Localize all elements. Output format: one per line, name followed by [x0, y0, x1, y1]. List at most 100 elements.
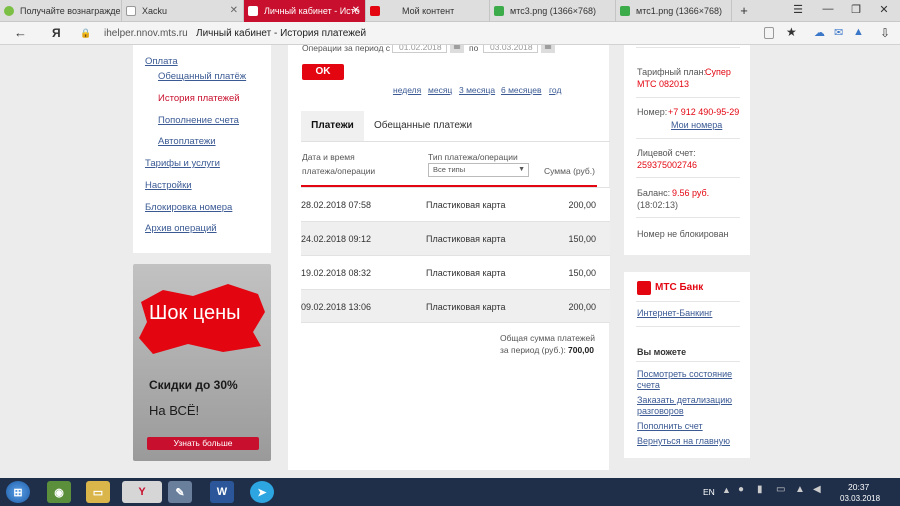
order-details-link-2[interactable]: разговоров	[637, 406, 684, 416]
yandex-icon[interactable]: Я	[52, 26, 61, 40]
image-icon	[620, 6, 630, 16]
menu-item-payment-history[interactable]: История платежей	[158, 93, 240, 104]
calendar-icon[interactable]: ▦	[450, 45, 464, 53]
volume-icon[interactable]: ◀	[813, 484, 821, 495]
divider	[636, 217, 740, 218]
menu-item-payment[interactable]: Оплата	[145, 56, 178, 67]
can-label: Вы можете	[637, 347, 687, 357]
total-value: 700,00	[568, 345, 594, 355]
browser-tab-xacku[interactable]: Xacku ✕	[122, 0, 244, 22]
tariff-value-1: Супер	[705, 67, 731, 77]
ok-button[interactable]: OK	[302, 64, 344, 80]
table-row: 28.02.2018 07:58 Пластиковая карта 200,0…	[301, 187, 610, 221]
tab-payments[interactable]: Платежи	[301, 111, 364, 141]
date-from-field[interactable]: 01.02.2018	[392, 45, 447, 53]
promo-banner[interactable]: Шок цены Скидки до 30% На ВСЁ! Узнать бо…	[133, 264, 271, 461]
row-date: 28.02.2018 07:58	[301, 200, 372, 210]
promo-discount: Скидки до 30%	[149, 378, 238, 392]
period-week-link[interactable]: неделя	[393, 85, 421, 95]
browser-tab-rewards[interactable]: Получайте вознагражде	[0, 0, 122, 22]
maximize-icon[interactable]: ❐	[846, 3, 866, 16]
page-content: Оплата Обещанный платёж История платежей…	[0, 45, 900, 478]
chevron-down-icon: ▼	[518, 166, 525, 173]
close-window-icon[interactable]: ✕	[874, 3, 894, 16]
tab-label: Мой контент	[402, 6, 455, 16]
app-icon[interactable]: ◉	[47, 481, 71, 503]
clock-time[interactable]: 20:37	[848, 482, 869, 492]
tray-app-icon[interactable]: ●	[738, 484, 744, 495]
clock-date[interactable]: 03.03.2018	[840, 494, 880, 503]
promo-headline: Шок цены	[149, 302, 241, 324]
internet-banking-link[interactable]: Интернет-Банкинг	[637, 308, 712, 318]
table-row: 24.02.2018 09:12 Пластиковая карта 150,0…	[301, 221, 610, 255]
paint-icon[interactable]: ✎	[168, 481, 192, 503]
account-label: Лицевой счет:	[637, 148, 696, 158]
menu-item-block-number[interactable]: Блокировка номера	[145, 202, 232, 213]
menu-item-settings[interactable]: Настройки	[145, 180, 192, 191]
signal-icon[interactable]: ▲	[795, 484, 805, 495]
language-indicator[interactable]: EN	[703, 487, 715, 497]
divider	[636, 177, 740, 178]
period-year-link[interactable]: год	[549, 85, 561, 95]
period-month-link[interactable]: месяц	[428, 85, 452, 95]
view-balance-link[interactable]: Посмотреть состояние	[637, 369, 732, 379]
type-select[interactable]: Все типы ▼	[428, 163, 529, 177]
divider	[636, 97, 740, 98]
download-icon[interactable]: ⇩	[880, 26, 890, 40]
url-host[interactable]: ihelper.nnov.mts.ru	[104, 28, 188, 39]
word-icon[interactable]: W	[210, 481, 234, 503]
menu-item-topup[interactable]: Пополнение счета	[158, 115, 239, 126]
period-6months-link[interactable]: 6 месяцев	[501, 85, 542, 95]
menu-item-archive[interactable]: Архив операций	[145, 223, 217, 234]
my-numbers-link[interactable]: Мои номера	[671, 120, 722, 130]
to-label: по	[469, 45, 479, 53]
close-tab-icon[interactable]: ✕	[230, 5, 238, 16]
minimize-icon[interactable]: —	[818, 3, 838, 15]
row-date: 19.02.2018 08:32	[301, 268, 372, 278]
type-select-value: Все типы	[433, 165, 466, 174]
folder-icon[interactable]: ▭	[86, 481, 110, 503]
row-date: 09.02.2018 13:06	[301, 302, 372, 312]
leaf-icon	[4, 6, 14, 16]
menu-icon[interactable]: ☰	[788, 3, 808, 16]
period-label: Операции за период с	[302, 45, 391, 53]
tab-label: Получайте вознагражде	[20, 6, 121, 16]
col-sum-header: Сумма (руб.)	[544, 166, 595, 176]
cloud-icon[interactable]: ☁	[814, 26, 825, 39]
date-to-field[interactable]: 03.03.2018	[483, 45, 538, 53]
mts-icon	[248, 6, 258, 16]
windows-start-icon[interactable]: ⊞	[6, 481, 30, 503]
menu-item-promised-payment[interactable]: Обещанный платёж	[158, 71, 246, 82]
bookmark-star-icon[interactable]: ★	[786, 25, 797, 39]
browser-tab-content[interactable]: Мой контент	[366, 0, 490, 22]
back-arrow-icon[interactable]: ←	[14, 25, 27, 40]
order-details-link[interactable]: Заказать детализацию	[637, 395, 732, 405]
menu-item-tariffs[interactable]: Тарифы и услуги	[145, 158, 220, 169]
menu-item-autopay[interactable]: Автоплатежи	[158, 136, 216, 147]
url-page-title[interactable]: Личный кабинет - История платежей	[196, 28, 366, 39]
battery-icon[interactable]: ▭	[776, 484, 785, 495]
period-3months-link[interactable]: 3 месяца	[459, 85, 495, 95]
close-tab-icon[interactable]: ✕	[352, 5, 360, 16]
view-balance-link-2[interactable]: счета	[637, 380, 660, 390]
browser-tab-cabinet[interactable]: Личный кабинет - Исто ✕	[244, 0, 366, 22]
network-icon[interactable]: ▮	[757, 484, 763, 495]
browser-tab-image-1[interactable]: мтс1.png (1366×768)	[616, 0, 732, 22]
tab-promised-payments[interactable]: Обещанные платежи	[364, 111, 482, 141]
yandex-browser-icon[interactable]: Y	[122, 481, 162, 503]
chart-icon[interactable]: ▲	[853, 26, 864, 38]
calendar-icon[interactable]: ▦	[541, 45, 555, 53]
address-bar: ← Я 🔒 ihelper.nnov.mts.ru Личный кабинет…	[0, 22, 900, 45]
new-tab-button[interactable]: +	[734, 3, 754, 18]
promo-learn-more-button[interactable]: Узнать больше	[147, 437, 259, 450]
page-icon	[126, 6, 136, 16]
row-sum: 150,00	[568, 268, 596, 278]
reader-icon[interactable]	[764, 27, 774, 39]
topup-link[interactable]: Пополнить счет	[637, 421, 703, 431]
browser-tab-image-3[interactable]: мтс3.png (1366×768)	[490, 0, 616, 22]
telegram-icon[interactable]: ➤	[250, 481, 274, 503]
back-home-link[interactable]: Вернуться на главную	[637, 436, 730, 446]
account-value: 259375002746	[637, 160, 698, 170]
tray-arrow-icon[interactable]: ▲	[722, 485, 731, 495]
mail-icon[interactable]: ✉	[834, 26, 843, 39]
